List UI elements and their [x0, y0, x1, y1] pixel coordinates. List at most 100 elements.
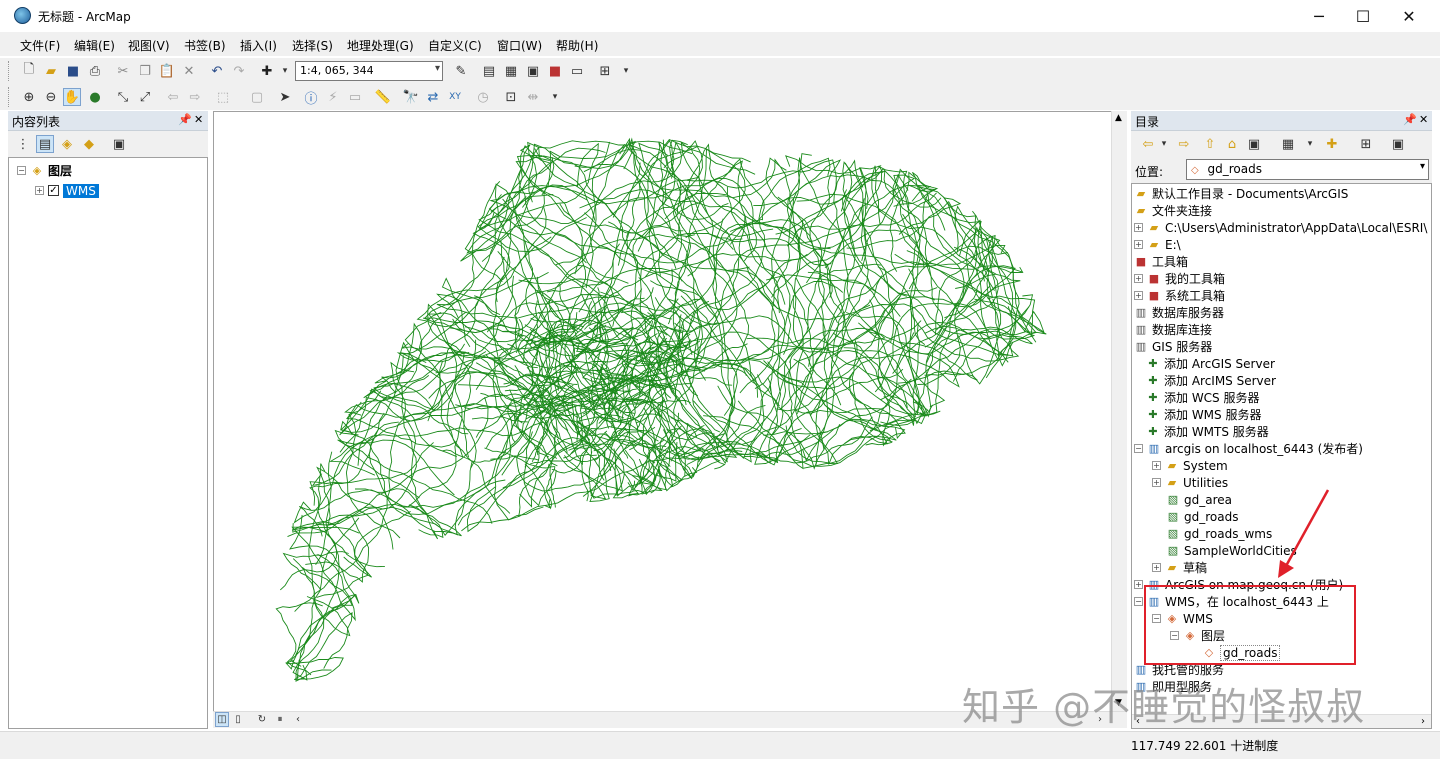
catalog-item-database-connections[interactable]: ▥ 数据库连接 — [1134, 321, 1212, 338]
toolbar-options-icon[interactable]: ▾ — [546, 88, 564, 106]
scroll-right-icon[interactable]: › — [1421, 716, 1425, 727]
zoom-out-icon[interactable]: ⊖ — [42, 88, 60, 106]
paste-icon[interactable]: 📋 — [158, 62, 176, 80]
find-icon[interactable]: 🔭 — [402, 88, 420, 106]
layer-visibility-checkbox[interactable]: ✓ — [48, 185, 59, 196]
expand-icon[interactable]: + — [1152, 563, 1161, 572]
new-item-icon[interactable]: ✚ — [1323, 135, 1341, 153]
catalog-item-add-wms-server[interactable]: ✚ 添加 WMS 服务器 — [1146, 406, 1261, 423]
catalog-item-default-home[interactable]: ▰ 默认工作目录 - Documents\ArcGIS — [1134, 185, 1349, 202]
identify-icon[interactable]: ⓘ — [302, 88, 320, 107]
menu-edit[interactable]: 编辑(E) — [74, 37, 115, 54]
table-of-contents-window-icon[interactable]: ▤ — [480, 62, 498, 80]
catalog-window-icon[interactable]: ▦ — [502, 62, 520, 80]
pin-icon[interactable]: 📌 — [178, 113, 192, 126]
catalog-item-system-folder[interactable]: + ▰ System — [1152, 457, 1228, 474]
expand-icon[interactable]: + — [35, 186, 44, 195]
fixed-zoom-in-icon[interactable]: ⤡ — [114, 88, 132, 106]
forward-extent-icon[interactable]: ⇨ — [186, 88, 204, 106]
menu-windows[interactable]: 窗口(W) — [497, 37, 542, 54]
catalog-item-toolboxes[interactable]: ■ 工具箱 — [1134, 253, 1188, 270]
pause-drawing-icon[interactable]: ⏸ — [273, 712, 287, 727]
toolbar-grip[interactable] — [8, 87, 11, 107]
find-route-icon[interactable]: ⇄ — [424, 88, 442, 106]
full-extent-icon[interactable]: ● — [86, 88, 104, 106]
swipe-icon[interactable]: ⇹ — [524, 88, 542, 106]
close-icon[interactable]: ✕ — [1419, 113, 1428, 126]
catalog-item-utilities-folder[interactable]: + ▰ Utilities — [1152, 474, 1228, 491]
catalog-item-gd-roads[interactable]: ▧ gd_roads — [1166, 508, 1239, 525]
location-combo[interactable]: ◇ gd_roads ▾ — [1186, 159, 1429, 180]
zoom-in-icon[interactable]: ⊕ — [20, 88, 38, 106]
select-elements-icon[interactable]: ➤ — [276, 88, 294, 106]
add-data-dropdown-icon[interactable]: ▾ — [276, 62, 294, 80]
list-by-source-icon[interactable]: ▤ — [36, 135, 54, 153]
layout-view-icon[interactable]: ▯ — [231, 712, 245, 727]
measure-icon[interactable]: 📏 — [374, 88, 392, 106]
catalog-item-system-toolboxes[interactable]: + ■ 系统工具箱 — [1134, 287, 1225, 304]
list-by-drawing-order-icon[interactable]: ⋮ — [14, 135, 32, 153]
pin-icon[interactable]: 📌 — [1403, 113, 1417, 126]
menu-selection[interactable]: 选择(S) — [292, 37, 333, 54]
expand-icon[interactable]: + — [1134, 274, 1143, 283]
home-icon[interactable]: ⌂ — [1223, 135, 1241, 153]
expand-icon[interactable]: + — [1152, 461, 1161, 470]
menu-insert[interactable]: 插入(I) — [240, 37, 277, 54]
expand-icon[interactable]: + — [1134, 580, 1143, 589]
catalog-item-gd-area[interactable]: ▧ gd_area — [1166, 491, 1232, 508]
open-folder-icon[interactable]: ▰ — [42, 62, 60, 80]
pan-icon[interactable]: ✋ — [63, 88, 81, 106]
catalog-item-drafts[interactable]: + ▰ 草稿 — [1152, 559, 1207, 576]
menu-view[interactable]: 视图(V) — [128, 37, 170, 54]
go-to-xy-icon[interactable]: XY — [446, 88, 464, 106]
catalog-item-folder-connections[interactable]: ▰ 文件夹连接 — [1134, 202, 1212, 219]
views-dropdown-icon[interactable]: ▾ — [1301, 135, 1319, 153]
cut-icon[interactable]: ✂ — [114, 62, 132, 80]
catalog-item-appdata-folder[interactable]: + ▰ C:\Users\Administrator\AppData\Local\E… — [1134, 219, 1427, 236]
model-builder-icon[interactable]: ⊞ — [596, 62, 614, 80]
scroll-up-icon[interactable]: ▲ — [1115, 113, 1122, 123]
menu-customize[interactable]: 自定义(C) — [428, 37, 482, 54]
views-icon[interactable]: ▦ — [1279, 135, 1297, 153]
minimize-button[interactable]: ─ — [1296, 0, 1342, 32]
connect-to-folder-icon[interactable]: ▣ — [1245, 135, 1263, 153]
catalog-item-e-drive[interactable]: + ▰ E:\ — [1134, 236, 1181, 253]
undo-icon[interactable]: ↶ — [208, 62, 226, 80]
toolbar-options-icon[interactable]: ▾ — [617, 62, 635, 80]
catalog-item-arcgis-localhost[interactable]: − ▥ arcgis on localhost_6443 (发布者) — [1134, 440, 1363, 457]
copy-icon[interactable]: ❐ — [136, 62, 154, 80]
redo-icon[interactable]: ↷ — [230, 62, 248, 80]
collapse-icon[interactable]: − — [17, 166, 26, 175]
toggle-contents-icon[interactable]: ⊞ — [1357, 135, 1375, 153]
map-vertical-scrollbar[interactable]: ▲ ▼ — [1111, 111, 1127, 712]
menu-bookmarks[interactable]: 书签(B) — [184, 37, 226, 54]
python-window-icon[interactable]: ▭ — [568, 62, 586, 80]
toolbar-grip[interactable] — [8, 61, 11, 81]
scroll-left-icon[interactable]: ‹ — [291, 712, 305, 727]
refresh-icon[interactable]: ↻ — [255, 712, 269, 727]
back-extent-icon[interactable]: ⇦ — [164, 88, 182, 106]
collapse-icon[interactable]: − — [1134, 597, 1143, 606]
up-one-level-icon[interactable]: ⇧ — [1201, 135, 1219, 153]
select-features-icon[interactable]: ⬚ — [214, 88, 232, 106]
editor-toolbar-icon[interactable]: ✎ — [452, 62, 470, 80]
menu-file[interactable]: 文件(F) — [20, 37, 60, 54]
catalog-item-database-servers[interactable]: ▥ 数据库服务器 — [1134, 304, 1224, 321]
arctoolbox-icon[interactable]: ■ — [546, 62, 564, 80]
options-icon[interactable]: ▣ — [110, 135, 128, 153]
clear-selection-icon[interactable]: ▢ — [248, 88, 266, 106]
list-by-selection-icon[interactable]: ◆ — [80, 135, 98, 153]
menu-help[interactable]: 帮助(H) — [556, 37, 598, 54]
data-view-icon[interactable]: ◫ — [215, 712, 229, 727]
layers-root-row[interactable]: − ◈ 图层 — [17, 162, 72, 179]
options-icon[interactable]: ▣ — [1389, 135, 1407, 153]
expand-icon[interactable]: + — [1152, 478, 1161, 487]
time-slider-icon[interactable]: ◷ — [474, 88, 492, 106]
wms-layer-label[interactable]: WMS — [63, 183, 99, 198]
new-document-icon[interactable]: 🗋 — [20, 62, 38, 80]
expand-icon[interactable]: + — [1134, 291, 1143, 300]
wms-layer-row[interactable]: + ✓ WMS — [35, 182, 99, 199]
expand-icon[interactable]: + — [1134, 240, 1143, 249]
html-popup-icon[interactable]: ▭ — [346, 88, 364, 106]
expand-icon[interactable]: + — [1134, 223, 1143, 232]
